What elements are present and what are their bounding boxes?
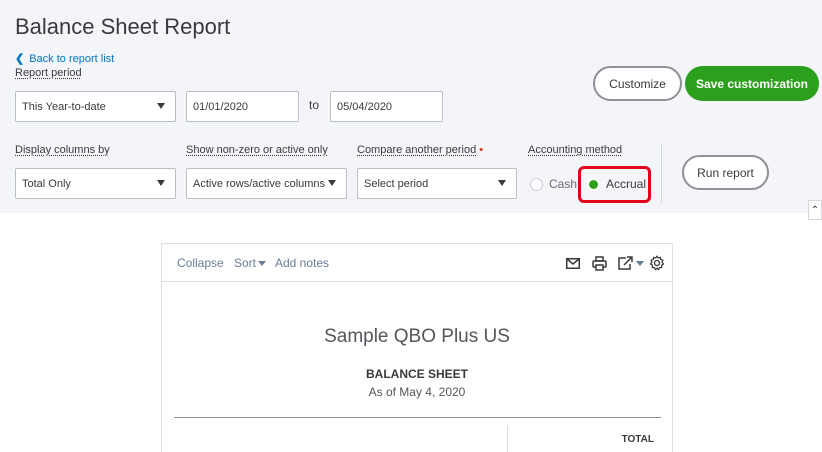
chevron-left-icon: ❮ (15, 53, 25, 65)
caret-down-icon (258, 261, 267, 267)
export-icon[interactable] (616, 254, 646, 272)
date-range-to-label: to (309, 98, 320, 112)
report-period-value: This Year-to-date (22, 100, 106, 113)
run-report-button-label: Run report (697, 165, 754, 180)
report-date: As of May 4, 2020 (368, 385, 466, 399)
run-report-button[interactable]: Run report (682, 155, 769, 190)
customize-button-label: Customize (609, 76, 666, 91)
collapse-link[interactable]: Collapse (177, 256, 224, 270)
sort-label: Sort (234, 256, 257, 270)
cash-radio-button[interactable] (530, 177, 543, 191)
page-title: Balance Sheet Report (15, 14, 231, 39)
accounting-method-label: Accounting method (528, 144, 623, 156)
compare-period-label: Compare another period • (357, 144, 483, 156)
date-from-input[interactable]: 01/01/2020 (186, 91, 299, 122)
display-columns-label: Display columns by (15, 144, 110, 156)
required-marker: • (479, 144, 484, 156)
compare-period-label-text: Compare another period (357, 144, 477, 156)
back-to-report-list-link[interactable]: ❮ Back to report list (15, 52, 115, 66)
sort-dropdown[interactable]: Sort (234, 256, 267, 270)
compare-period-value: Select period (364, 177, 429, 190)
email-icon[interactable] (564, 254, 582, 272)
add-notes-link[interactable]: Add notes (275, 256, 329, 270)
report-period-select[interactable]: This Year-to-date (15, 91, 176, 122)
display-columns-select[interactable]: Total Only (15, 168, 176, 199)
caret-down-icon (498, 180, 506, 186)
show-nonzero-select[interactable]: Active rows/active columns (186, 168, 347, 199)
company-name: Sample QBO Plus US (324, 326, 510, 347)
gear-icon[interactable] (648, 254, 666, 272)
print-icon[interactable] (590, 254, 608, 272)
date-from-value: 01/01/2020 (193, 100, 249, 113)
report-toolbar: Collapse Sort Add notes (162, 244, 672, 282)
report-title: BALANCE SHEET (365, 367, 468, 381)
chevron-up-icon: ⌃ (810, 204, 820, 216)
caret-down-icon (157, 103, 165, 109)
show-nonzero-label: Show non-zero or active only (186, 144, 328, 156)
caret-down-icon (328, 180, 336, 186)
divider (661, 143, 662, 203)
save-customization-button-label: Save customization (695, 76, 809, 91)
cash-radio-label: Cash (549, 177, 578, 191)
total-column-header: TOTAL (621, 434, 654, 445)
column-separator (507, 426, 508, 452)
cash-radio-option[interactable]: Cash (530, 177, 577, 191)
date-to-input[interactable]: 05/04/2020 (330, 91, 443, 122)
collapse-panel-button[interactable]: ⌃ (808, 200, 822, 220)
show-nonzero-value: Active rows/active columns (193, 177, 326, 190)
header-rule (174, 417, 661, 418)
display-columns-value: Total Only (22, 177, 71, 190)
caret-down-icon (157, 180, 165, 186)
report-period-label: Report period (15, 67, 82, 79)
accrual-highlight-box (578, 166, 651, 203)
save-customization-button[interactable]: Save customization (685, 66, 819, 101)
back-link-label: Back to report list (29, 52, 115, 65)
compare-period-select[interactable]: Select period (357, 168, 517, 199)
date-to-value: 05/04/2020 (337, 100, 393, 113)
customize-button[interactable]: Customize (593, 66, 682, 101)
report-card: Collapse Sort Add notes Sample QBO Plus … (161, 243, 673, 452)
